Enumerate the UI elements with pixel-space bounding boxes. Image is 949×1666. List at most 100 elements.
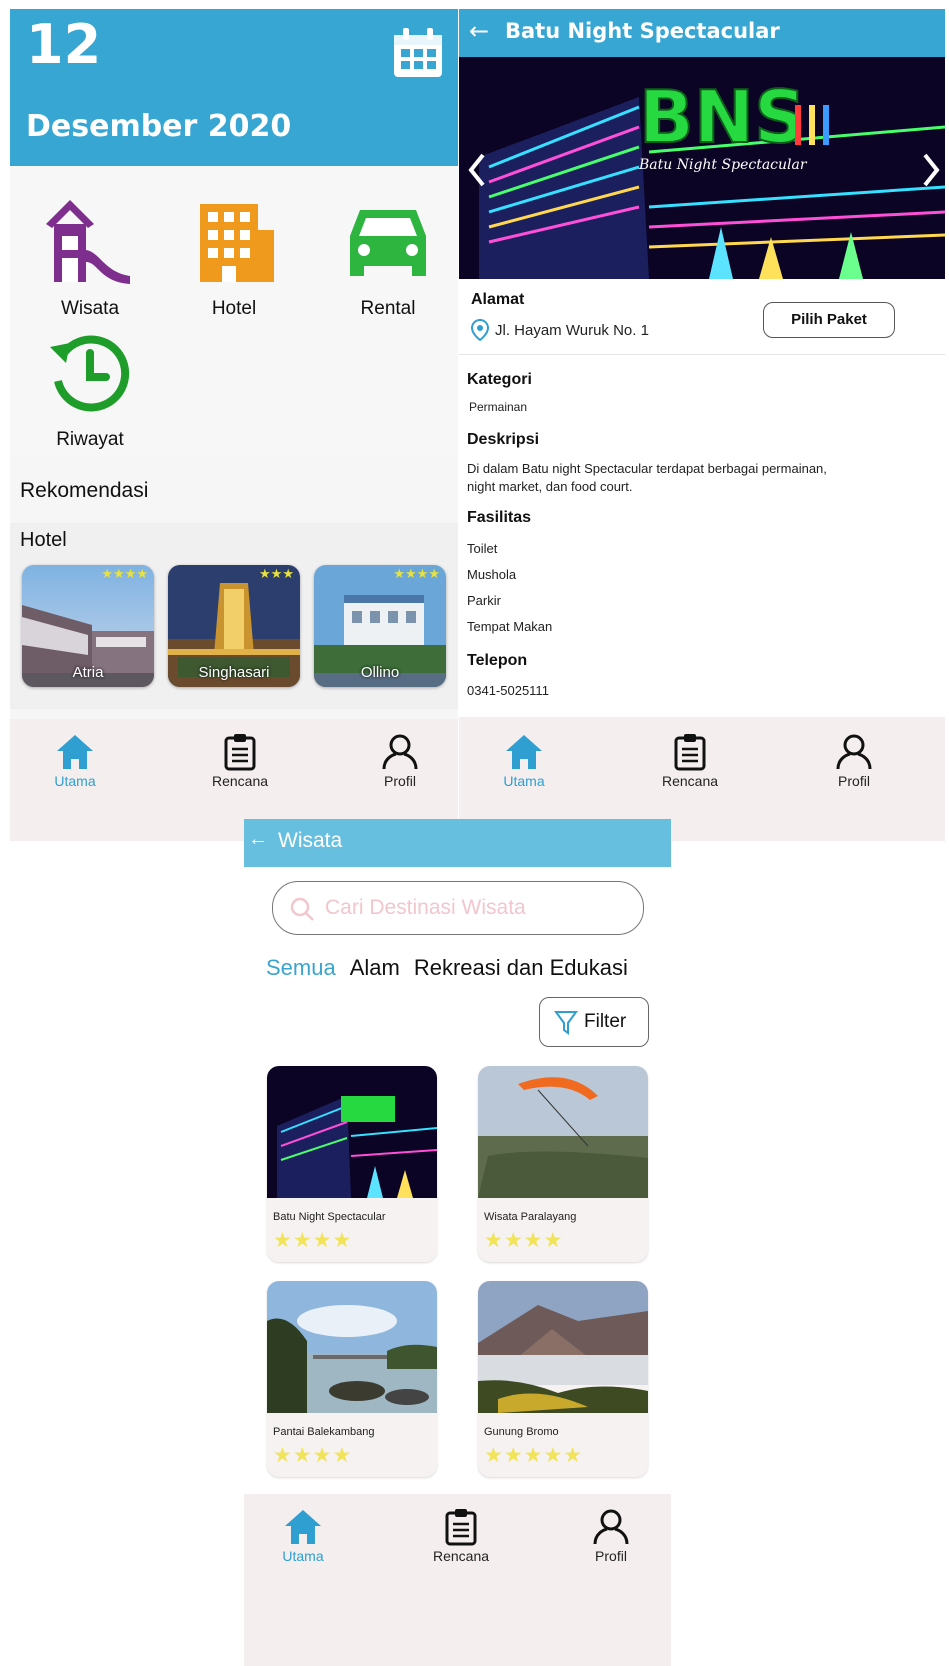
location-pin-icon: [471, 319, 489, 341]
back-button[interactable]: ←: [248, 828, 268, 851]
description-line: Di dalam Batu night Spectacular terdapat…: [467, 461, 827, 476]
menu-label: Wisata: [60, 298, 120, 319]
wisata-rating: ★★★★: [484, 1228, 564, 1252]
nav-profile[interactable]: Profil: [566, 1508, 656, 1564]
choose-package-button[interactable]: Pilih Paket: [763, 302, 895, 338]
nav-label: Profil: [384, 773, 416, 789]
menu-wisata[interactable]: Wisata: [30, 192, 150, 320]
home-icon: [285, 1510, 321, 1544]
filter-label: Filter: [584, 1011, 627, 1032]
chevron-right-icon[interactable]: [921, 153, 941, 187]
hotel-name: Singhasari: [198, 664, 270, 681]
hero-carousel[interactable]: BNS Batu Night Spectacular: [459, 57, 945, 279]
filter-icon: [554, 1011, 578, 1035]
page-title: Batu Night Spectacular: [505, 19, 780, 43]
page-title: Wisata: [278, 829, 343, 852]
address-label: Alamat: [471, 291, 525, 308]
user-icon: [382, 734, 418, 770]
wisata-name: Wisata Paralayang: [484, 1211, 577, 1223]
hero-photo: BNS Batu Night Spectacular: [459, 57, 945, 279]
hero-sign-text: BNS: [639, 75, 806, 159]
history-icon: [50, 335, 130, 412]
phone-value[interactable]: 0341-5025111: [467, 683, 549, 698]
hero-sub-text: Batu Night Spectacular: [638, 157, 808, 173]
date-day: 12: [26, 13, 102, 76]
hotel-stars: ★★★: [259, 567, 294, 582]
nav-label: Profil: [595, 1548, 627, 1564]
hotel-section-title: Hotel: [20, 529, 67, 551]
description-line: night market, dan food court.: [467, 479, 633, 494]
wisata-name: Batu Night Spectacular: [273, 1211, 386, 1223]
nav-plan[interactable]: Rencana: [195, 733, 285, 789]
wisata-photo: [267, 1281, 437, 1413]
recommendation-title: Rekomendasi: [20, 479, 149, 502]
home-icon: [57, 735, 93, 769]
nav-plan[interactable]: Rencana: [645, 733, 735, 789]
chevron-left-icon[interactable]: [467, 153, 487, 187]
search-icon: [290, 897, 314, 921]
menu-label: Hotel: [211, 298, 257, 319]
calendar-icon[interactable]: [390, 25, 446, 81]
menu-riwayat[interactable]: Riwayat: [30, 323, 150, 451]
wisata-photo: [267, 1066, 437, 1198]
clipboard-icon: [445, 1509, 477, 1546]
date-month-year: Desember 2020: [26, 109, 292, 144]
wisata-card[interactable]: Batu Night Spectacular ★★★★: [267, 1066, 437, 1262]
tab-semua[interactable]: Semua: [266, 955, 336, 980]
menu-label: Rental: [360, 298, 416, 319]
wisata-rating: ★★★★: [273, 1443, 353, 1467]
nav-label: Utama: [503, 773, 545, 789]
nav-label: Rencana: [211, 773, 269, 789]
hotel-stars: ★★★★: [393, 567, 440, 582]
home-screen: 12 Desember 2020 Wisata Hotel Rental Riw…: [10, 9, 458, 841]
hotel-stars: ★★★★: [101, 567, 148, 582]
wisata-name: Pantai Balekambang: [273, 1426, 375, 1438]
wisata-rating: ★★★★: [273, 1228, 353, 1252]
nav-profile[interactable]: Profil: [809, 733, 899, 789]
hotel-card[interactable]: ★★★ Singhasari: [168, 565, 300, 687]
menu-label: Riwayat: [56, 429, 124, 450]
nav-home[interactable]: Utama: [479, 733, 569, 789]
search-placeholder: Cari Destinasi Wisata: [325, 896, 526, 919]
search-input[interactable]: Cari Destinasi Wisata: [272, 881, 644, 935]
home-icon: [506, 735, 542, 769]
tab-alam[interactable]: Alam: [350, 955, 400, 980]
wisata-photo: [478, 1281, 648, 1413]
car-icon: [350, 210, 426, 276]
description-label: Deskripsi: [467, 431, 540, 448]
hotel-name: Atria: [72, 664, 104, 681]
wisata-card[interactable]: Pantai Balekambang ★★★★: [267, 1281, 437, 1477]
hotel-name: Ollino: [360, 664, 400, 681]
nav-label: Utama: [54, 773, 96, 789]
nav-label: Rencana: [661, 773, 719, 789]
category-value: Permainan: [469, 400, 528, 414]
facility-item: Tempat Makan: [467, 619, 553, 634]
detail-screen: ← Batu Night Spectacular BNS Batu Night …: [459, 9, 945, 841]
user-icon: [593, 1509, 629, 1545]
nav-home[interactable]: Utama: [30, 733, 120, 789]
nav-plan[interactable]: Rencana: [416, 1508, 506, 1564]
building-icon: [200, 204, 274, 282]
wisata-card[interactable]: Gunung Bromo ★★★★★: [478, 1281, 648, 1477]
filter-button[interactable]: Filter: [539, 997, 649, 1047]
hotel-card[interactable]: ★★★★ Atria: [22, 565, 154, 687]
category-label: Kategori: [467, 371, 532, 388]
wisata-card[interactable]: Wisata Paralayang ★★★★: [478, 1066, 648, 1262]
playground-icon: [46, 200, 130, 284]
tab-rekreasi[interactable]: Rekreasi dan Edukasi: [414, 955, 628, 980]
clipboard-icon: [224, 734, 256, 771]
phone-label: Telepon: [467, 652, 528, 669]
back-button[interactable]: ←: [469, 17, 489, 45]
address-text: Jl. Hayam Wuruk No. 1: [495, 322, 649, 339]
menu-rental[interactable]: Rental: [328, 192, 448, 320]
wisata-screen: ← Wisata Cari Destinasi Wisata Semua Alam…: [244, 819, 671, 1666]
wisata-name: Gunung Bromo: [484, 1426, 559, 1438]
facility-item: Mushola: [467, 567, 517, 582]
menu-hotel[interactable]: Hotel: [174, 192, 294, 320]
wisata-photo: [478, 1066, 648, 1198]
nav-home[interactable]: Utama: [258, 1508, 348, 1564]
nav-label: Utama: [282, 1548, 324, 1564]
bottom-nav: Utama Rencana Profil: [244, 1494, 671, 1666]
hotel-card[interactable]: ★★★★ Ollino: [314, 565, 446, 687]
nav-profile[interactable]: Profil: [355, 733, 445, 789]
